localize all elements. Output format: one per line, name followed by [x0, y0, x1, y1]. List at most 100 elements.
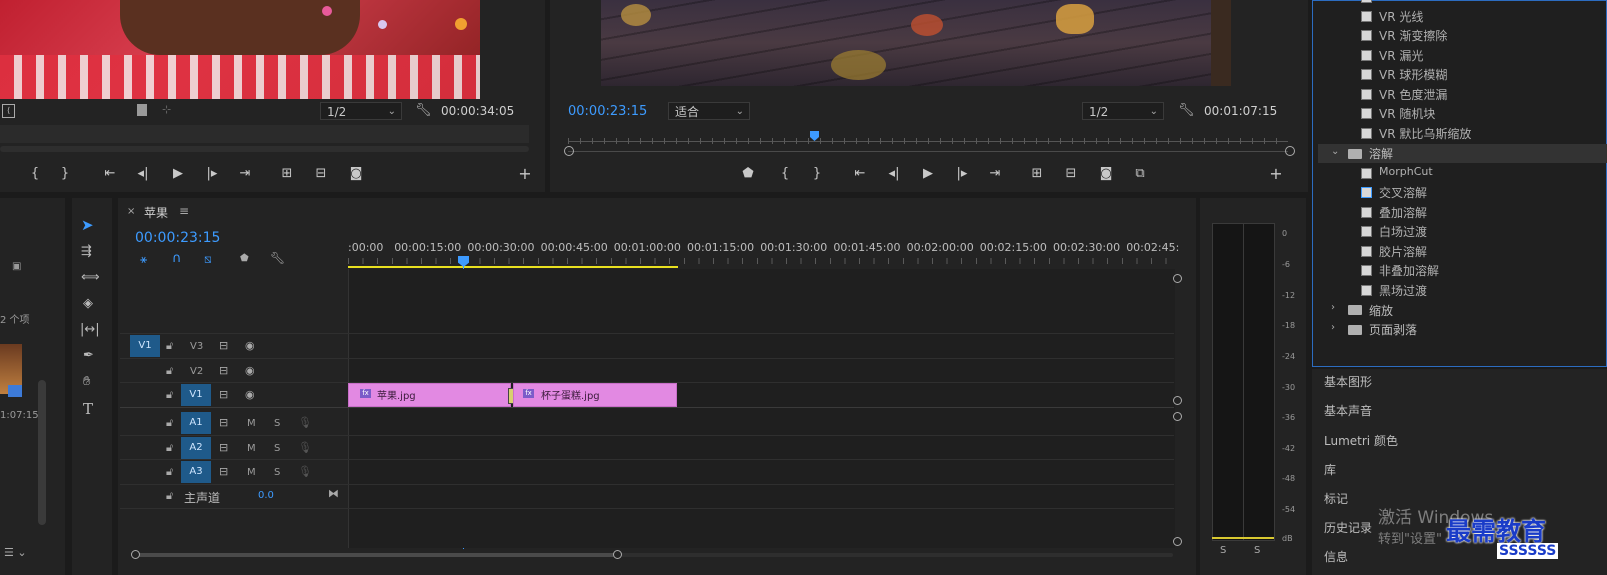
go-to-end-icon[interactable]: ⧓: [328, 487, 339, 500]
play-icon[interactable]: ▶: [918, 165, 938, 183]
source-settings-icon[interactable]: [137, 104, 147, 116]
effect-item[interactable]: VR 漏光: [1320, 46, 1607, 65]
effect-item[interactable]: [1320, 0, 1607, 7]
mark-out-icon[interactable]: }: [55, 165, 75, 183]
lock-icon[interactable]: 🔓︎: [166, 489, 173, 503]
effect-item[interactable]: VR 球形模糊: [1320, 65, 1607, 84]
lock-icon[interactable]: 🔓︎: [166, 416, 173, 430]
panel-essential-sound[interactable]: 基本声音: [1324, 402, 1372, 419]
horizontal-scroll-thumb[interactable]: [135, 553, 620, 557]
wrench-icon[interactable]: 🔧︎: [1178, 103, 1195, 118]
linked-selection-icon[interactable]: ⧅: [204, 252, 212, 267]
solo-button[interactable]: S: [274, 467, 280, 478]
folder-label[interactable]: 页面剥落: [1369, 321, 1417, 338]
source-scrollbar[interactable]: [0, 146, 529, 152]
go-to-in-icon[interactable]: ⇤: [850, 165, 870, 183]
timeline-timecode[interactable]: 00:00:23:15: [135, 230, 220, 246]
lift-icon[interactable]: ⊞: [1027, 165, 1047, 183]
effect-item[interactable]: VR 光线: [1320, 7, 1607, 26]
track-area[interactable]: [348, 269, 1175, 548]
panel-essential-graphics[interactable]: 基本图形: [1324, 373, 1372, 390]
mute-button[interactable]: M: [247, 443, 256, 454]
selection-tool-icon[interactable]: ➤: [81, 216, 94, 234]
export-frame-icon[interactable]: ◙: [346, 165, 366, 183]
program-timecode[interactable]: 00:00:23:15: [568, 104, 647, 119]
add-marker-icon[interactable]: ⬟: [738, 165, 758, 183]
effect-item[interactable]: VR 渐变擦除: [1320, 26, 1607, 45]
wrench-icon[interactable]: 🔧︎: [415, 103, 432, 118]
razor-icon[interactable]: ◈: [83, 296, 93, 311]
mark-in-icon[interactable]: {: [25, 165, 45, 183]
source-drag-icon[interactable]: ⊹: [162, 103, 171, 116]
close-tab-icon[interactable]: ×: [127, 206, 135, 217]
vertical-scroll-handle[interactable]: [1173, 537, 1182, 546]
mic-icon[interactable]: 🎙︎: [298, 441, 312, 454]
clip-apple[interactable]: fx 苹果.jpg: [348, 383, 511, 407]
effect-item[interactable]: 白场过渡: [1320, 222, 1607, 241]
add-button-icon[interactable]: +: [515, 165, 535, 183]
source-zoom-select[interactable]: 1/2 ⌄: [320, 102, 402, 120]
timeline-ruler[interactable]: :00:00 00:00:15:00 00:00:30:00 00:00:45:00 0…: [348, 241, 1179, 255]
mic-icon[interactable]: 🎙︎: [298, 416, 312, 429]
step-forward-icon[interactable]: |▸: [202, 165, 222, 183]
lock-icon[interactable]: 🔓︎: [166, 441, 173, 455]
insert-icon[interactable]: ⊞: [277, 165, 297, 183]
fit-select[interactable]: 适合 ⌄: [668, 102, 750, 120]
solo-left-button[interactable]: S: [1220, 545, 1226, 556]
step-back-icon[interactable]: ◂|: [884, 165, 904, 183]
panel-info[interactable]: 信息: [1324, 548, 1348, 565]
mark-in-icon[interactable]: {: [775, 165, 795, 183]
overwrite-icon[interactable]: ⊟: [311, 165, 331, 183]
tab-menu-icon[interactable]: ≡: [179, 204, 189, 218]
effect-item[interactable]: 黑场过渡: [1320, 281, 1607, 300]
track-label-v3[interactable]: V3: [190, 341, 203, 352]
scroll-end-handle[interactable]: [1285, 146, 1295, 156]
program-zoom-select[interactable]: 1/2 ⌄: [1082, 102, 1164, 120]
solo-button[interactable]: S: [274, 443, 280, 454]
clip-cupcake[interactable]: fx 杯子蛋糕.jpg: [513, 383, 677, 407]
source-patch-v1[interactable]: V1: [130, 335, 160, 357]
go-to-in-icon[interactable]: ⇤: [100, 165, 120, 183]
track-target-v1[interactable]: V1: [181, 384, 211, 406]
sync-lock-icon[interactable]: ⊟: [219, 441, 228, 454]
panel-history[interactable]: 历史记录: [1324, 519, 1372, 536]
compare-icon[interactable]: ⧉: [1130, 165, 1150, 183]
timeline-tab-title[interactable]: 苹果: [144, 204, 168, 221]
chevron-right-icon[interactable]: ›: [1331, 322, 1335, 333]
eye-icon[interactable]: ◉: [245, 364, 255, 377]
play-icon[interactable]: ▶: [168, 165, 188, 183]
eye-icon[interactable]: ◉: [245, 388, 255, 401]
export-frame-icon[interactable]: ◙: [1096, 165, 1116, 183]
effect-item[interactable]: 胶片溶解: [1320, 242, 1607, 261]
lock-icon[interactable]: 🔓︎: [166, 364, 173, 378]
mic-icon[interactable]: 🎙︎: [298, 465, 312, 478]
lock-icon[interactable]: 🔓︎: [166, 339, 173, 353]
sync-lock-icon[interactable]: ⊟: [219, 416, 228, 429]
effect-item[interactable]: 叠加溶解: [1320, 203, 1607, 222]
work-area-bar[interactable]: [348, 266, 678, 268]
chevron-down-icon[interactable]: ⌄: [1331, 146, 1339, 157]
wrench-icon[interactable]: 🔧︎: [270, 251, 285, 265]
effect-item[interactable]: 非叠加溶解: [1320, 261, 1607, 280]
mute-button[interactable]: M: [247, 467, 256, 478]
effect-item[interactable]: VR 色度泄漏: [1320, 85, 1607, 104]
mark-out-icon[interactable]: }: [807, 165, 827, 183]
vertical-scroll-handle[interactable]: [1173, 274, 1182, 283]
track-label-v2[interactable]: V2: [190, 366, 203, 377]
extract-icon[interactable]: ⊟: [1061, 165, 1081, 183]
sync-lock-icon[interactable]: ⊟: [219, 388, 228, 401]
go-to-out-icon[interactable]: ⇥: [235, 165, 255, 183]
vertical-scroll-handle[interactable]: [1173, 412, 1182, 421]
type-tool-icon[interactable]: T: [83, 400, 93, 418]
step-forward-icon[interactable]: |▸: [952, 165, 972, 183]
pen-icon[interactable]: ✒: [83, 348, 94, 363]
effect-item-selected[interactable]: 交叉溶解: [1320, 183, 1607, 202]
vertical-scroll-handle[interactable]: [1173, 396, 1182, 405]
lock-icon[interactable]: 🔓︎: [166, 388, 173, 402]
snap-icon[interactable]: ∩: [172, 251, 182, 266]
mute-button[interactable]: M: [247, 418, 256, 429]
effect-item[interactable]: VR 默比乌斯缩放: [1320, 124, 1607, 143]
lock-icon[interactable]: 🔓︎: [166, 465, 173, 479]
chevron-right-icon[interactable]: ›: [1331, 302, 1335, 313]
scroll-start-handle[interactable]: [131, 550, 140, 559]
